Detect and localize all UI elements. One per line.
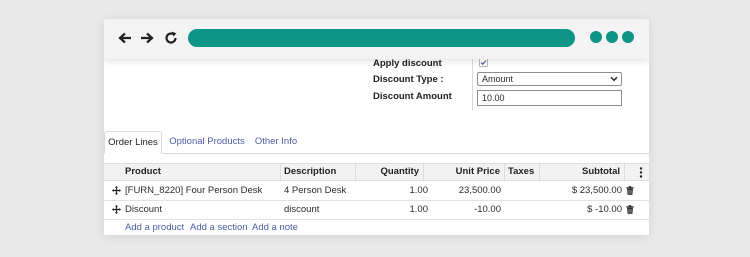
column-header-product[interactable]: Product — [121, 164, 281, 180]
product-cell[interactable]: Discount — [125, 201, 162, 219]
column-header-taxes[interactable]: Taxes — [504, 164, 539, 180]
column-header-quantity[interactable]: Quantity — [355, 164, 423, 180]
notebook-tabs: Order Lines Optional Products Other Info — [104, 131, 649, 154]
discount-type-select[interactable]: Amount — [477, 72, 622, 86]
check-icon — [480, 60, 487, 66]
browser-toolbar — [104, 19, 649, 59]
description-cell[interactable]: 4 Person Desk — [284, 182, 346, 200]
table-row[interactable]: [FURN_8220] Four Person Desk 4 Person De… — [104, 182, 649, 201]
unit-price-cell[interactable]: -10.00 — [423, 201, 501, 219]
unit-price-cell[interactable]: 23,500.00 — [423, 182, 501, 200]
subtotal-cell: $ 23,500.00 — [571, 185, 622, 196]
discount-amount-input[interactable]: 10.00 — [477, 90, 622, 106]
quantity-cell[interactable]: 1.00 — [355, 182, 429, 200]
description-cell[interactable]: discount — [284, 201, 319, 219]
order-lines-header: Product Description Quantity Unit Price … — [104, 163, 649, 181]
trash-icon[interactable] — [626, 186, 634, 198]
tab-optional-products[interactable]: Optional Products — [167, 131, 247, 153]
app-window: Apply discount Discount Type : Discount … — [104, 19, 649, 235]
arrow-right-icon[interactable] — [139, 30, 155, 46]
discount-amount-label: Discount Amount — [373, 91, 452, 102]
tab-other-info[interactable]: Other Info — [253, 131, 299, 153]
chevron-down-icon — [610, 76, 618, 82]
reload-icon[interactable] — [163, 30, 179, 46]
arrow-left-icon[interactable] — [117, 30, 133, 46]
column-header-unit-price[interactable]: Unit Price — [423, 164, 504, 180]
window-control-dot[interactable] — [590, 31, 602, 43]
drag-handle-icon[interactable] — [112, 205, 121, 217]
table-row[interactable]: Discount discount 1.00 -10.00 $ -10.00 — [104, 201, 649, 220]
add-product-link[interactable]: Add a product — [125, 222, 184, 233]
address-bar[interactable] — [188, 29, 575, 47]
add-note-link[interactable]: Add a note — [252, 222, 298, 233]
product-cell[interactable]: [FURN_8220] Four Person Desk — [125, 182, 262, 200]
window-control-dot[interactable] — [622, 31, 634, 43]
column-header-subtotal[interactable]: Subtotal — [539, 164, 624, 180]
discount-type-value: Amount — [482, 74, 514, 84]
apply-discount-checkbox[interactable] — [479, 58, 488, 67]
quantity-cell[interactable]: 1.00 — [355, 201, 429, 219]
discount-type-label: Discount Type : — [373, 74, 444, 85]
add-line-actions: Add a product Add a section Add a note — [104, 222, 649, 235]
trash-icon[interactable] — [626, 205, 634, 217]
apply-discount-label: Apply discount — [373, 58, 442, 69]
column-divider — [624, 164, 625, 180]
form-divider — [472, 59, 473, 111]
subtotal-cell: $ -10.00 — [587, 204, 622, 215]
add-section-link[interactable]: Add a section — [190, 222, 248, 233]
tab-order-lines[interactable]: Order Lines — [104, 131, 162, 154]
window-control-dot[interactable] — [606, 31, 618, 43]
kebab-menu-icon[interactable] — [639, 167, 643, 181]
drag-handle-icon[interactable] — [112, 186, 121, 198]
column-header-description[interactable]: Description — [280, 164, 355, 180]
